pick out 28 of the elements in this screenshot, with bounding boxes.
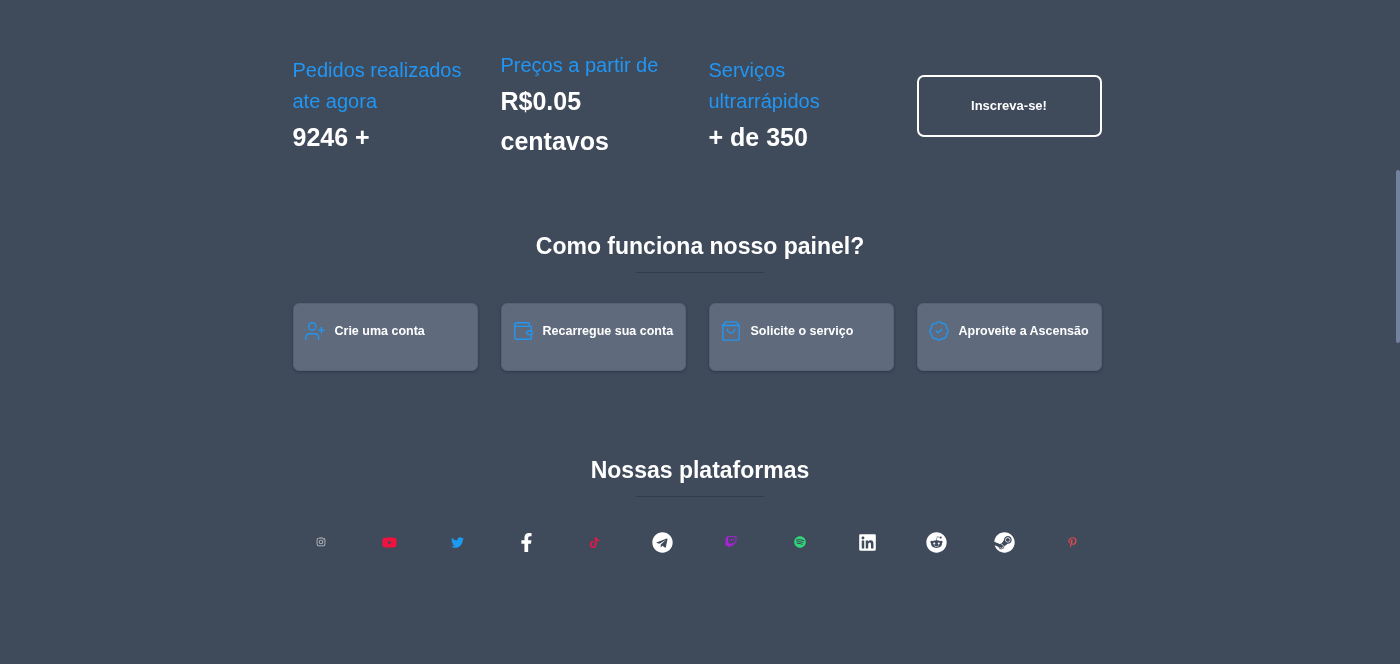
signup-button[interactable]: Inscreva-se! [916, 74, 1102, 137]
paper-plane-icon [652, 531, 674, 553]
speech-bubble-icon [725, 536, 738, 548]
sound-waves-icon [793, 536, 806, 548]
music-note-icon [588, 536, 600, 548]
stat-value: + de 350 [708, 121, 809, 153]
camera-icon [316, 537, 326, 547]
stat-label: Serviços ultrarrápidos [708, 57, 821, 114]
letters-in-icon [858, 532, 878, 552]
stat-label: Pedidos realizados ate agora [292, 57, 463, 114]
shopping-bag-icon [719, 320, 742, 342]
step-title: Crie uma conta [334, 323, 425, 340]
step-title: Aproveite a Ascensão [958, 323, 1089, 340]
step-title: Recarregue sua conta [542, 323, 674, 340]
scrollbar-thumb[interactable] [1396, 170, 1400, 343]
badge-check-icon [927, 320, 950, 342]
section-title: Nossas plataformas [590, 456, 810, 485]
stat-label: Preços a partir de [500, 53, 660, 78]
alien-icon [925, 531, 947, 553]
stat-value: 9246 + [292, 121, 371, 153]
bird-icon [451, 535, 465, 549]
piston-icon [994, 531, 1016, 553]
section-title: Como funciona nosso painel? [535, 232, 865, 261]
wallet-icon [511, 320, 534, 342]
stat-value: R$0.05 centavos [500, 86, 610, 157]
letter-p-icon [1067, 536, 1079, 548]
step-title: Solicite o serviço [750, 323, 854, 340]
user-plus-icon [303, 320, 326, 342]
